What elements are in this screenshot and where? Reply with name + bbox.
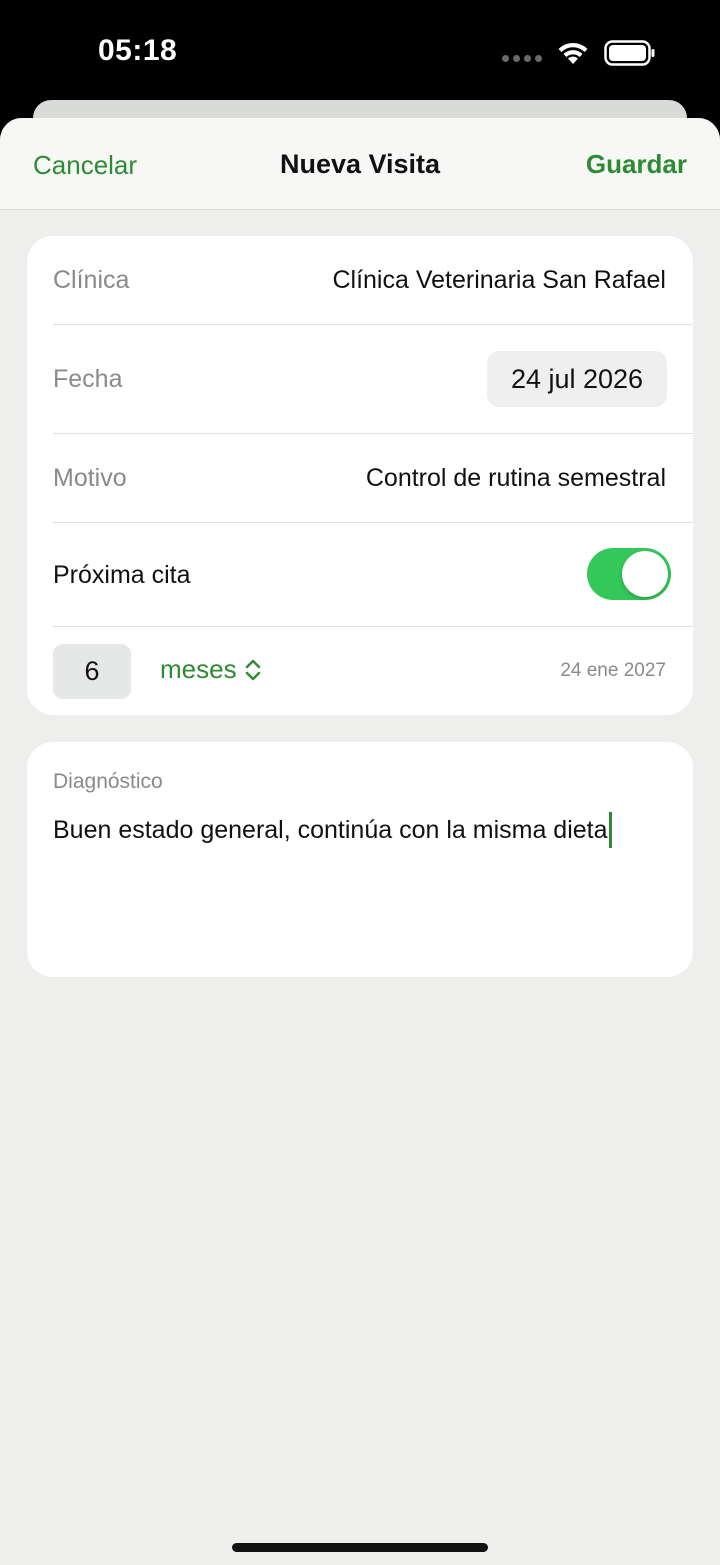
date-label: Fecha xyxy=(53,365,123,393)
save-button[interactable]: Guardar xyxy=(586,149,687,180)
chevron-up-down-icon xyxy=(245,659,260,680)
clinic-label: Clínica xyxy=(53,266,130,294)
battery-icon xyxy=(604,40,655,66)
interval-quantity-field[interactable]: 6 xyxy=(53,644,131,699)
reason-label: Motivo xyxy=(53,464,127,492)
next-appointment-label: Próxima cita xyxy=(53,561,191,589)
clinic-field[interactable]: Clínica Clínica Veterinaria San Rafael xyxy=(27,236,693,324)
diagnosis-label: Diagnóstico xyxy=(53,770,163,793)
diagnosis-textarea[interactable]: Buen estado general, continúa con la mis… xyxy=(53,812,612,848)
reason-value[interactable]: Control de rutina semestral xyxy=(366,464,666,493)
date-picker-button[interactable]: 24 jul 2026 xyxy=(487,351,667,407)
divider xyxy=(53,626,693,627)
next-appointment-toggle[interactable] xyxy=(587,548,671,600)
toggle-knob xyxy=(622,551,668,597)
text-cursor xyxy=(608,812,612,848)
navigation-bar: Cancelar Nueva Visita Guardar xyxy=(0,118,720,210)
interval-unit-label: meses xyxy=(160,654,237,684)
status-bar: 05:18 xyxy=(0,0,720,110)
new-visit-sheet: Cancelar Nueva Visita Guardar Clínica Cl… xyxy=(0,118,720,1565)
home-indicator[interactable] xyxy=(232,1543,488,1552)
status-icons xyxy=(502,38,656,68)
cellular-signal-icon xyxy=(502,54,542,62)
next-appointment-date: 24 ene 2027 xyxy=(560,660,666,681)
diagnosis-card: Diagnóstico Buen estado general, continú… xyxy=(27,742,693,977)
reason-field[interactable]: Motivo Control de rutina semestral xyxy=(27,434,693,522)
status-time: 05:18 xyxy=(98,34,178,67)
clinic-value[interactable]: Clínica Veterinaria San Rafael xyxy=(332,266,666,295)
visit-form-card: Clínica Clínica Veterinaria San Rafael F… xyxy=(27,236,693,715)
interval-unit-picker[interactable]: meses xyxy=(160,654,261,685)
diagnosis-text: Buen estado general, continúa con la mis… xyxy=(53,815,608,844)
wifi-icon xyxy=(558,42,588,64)
